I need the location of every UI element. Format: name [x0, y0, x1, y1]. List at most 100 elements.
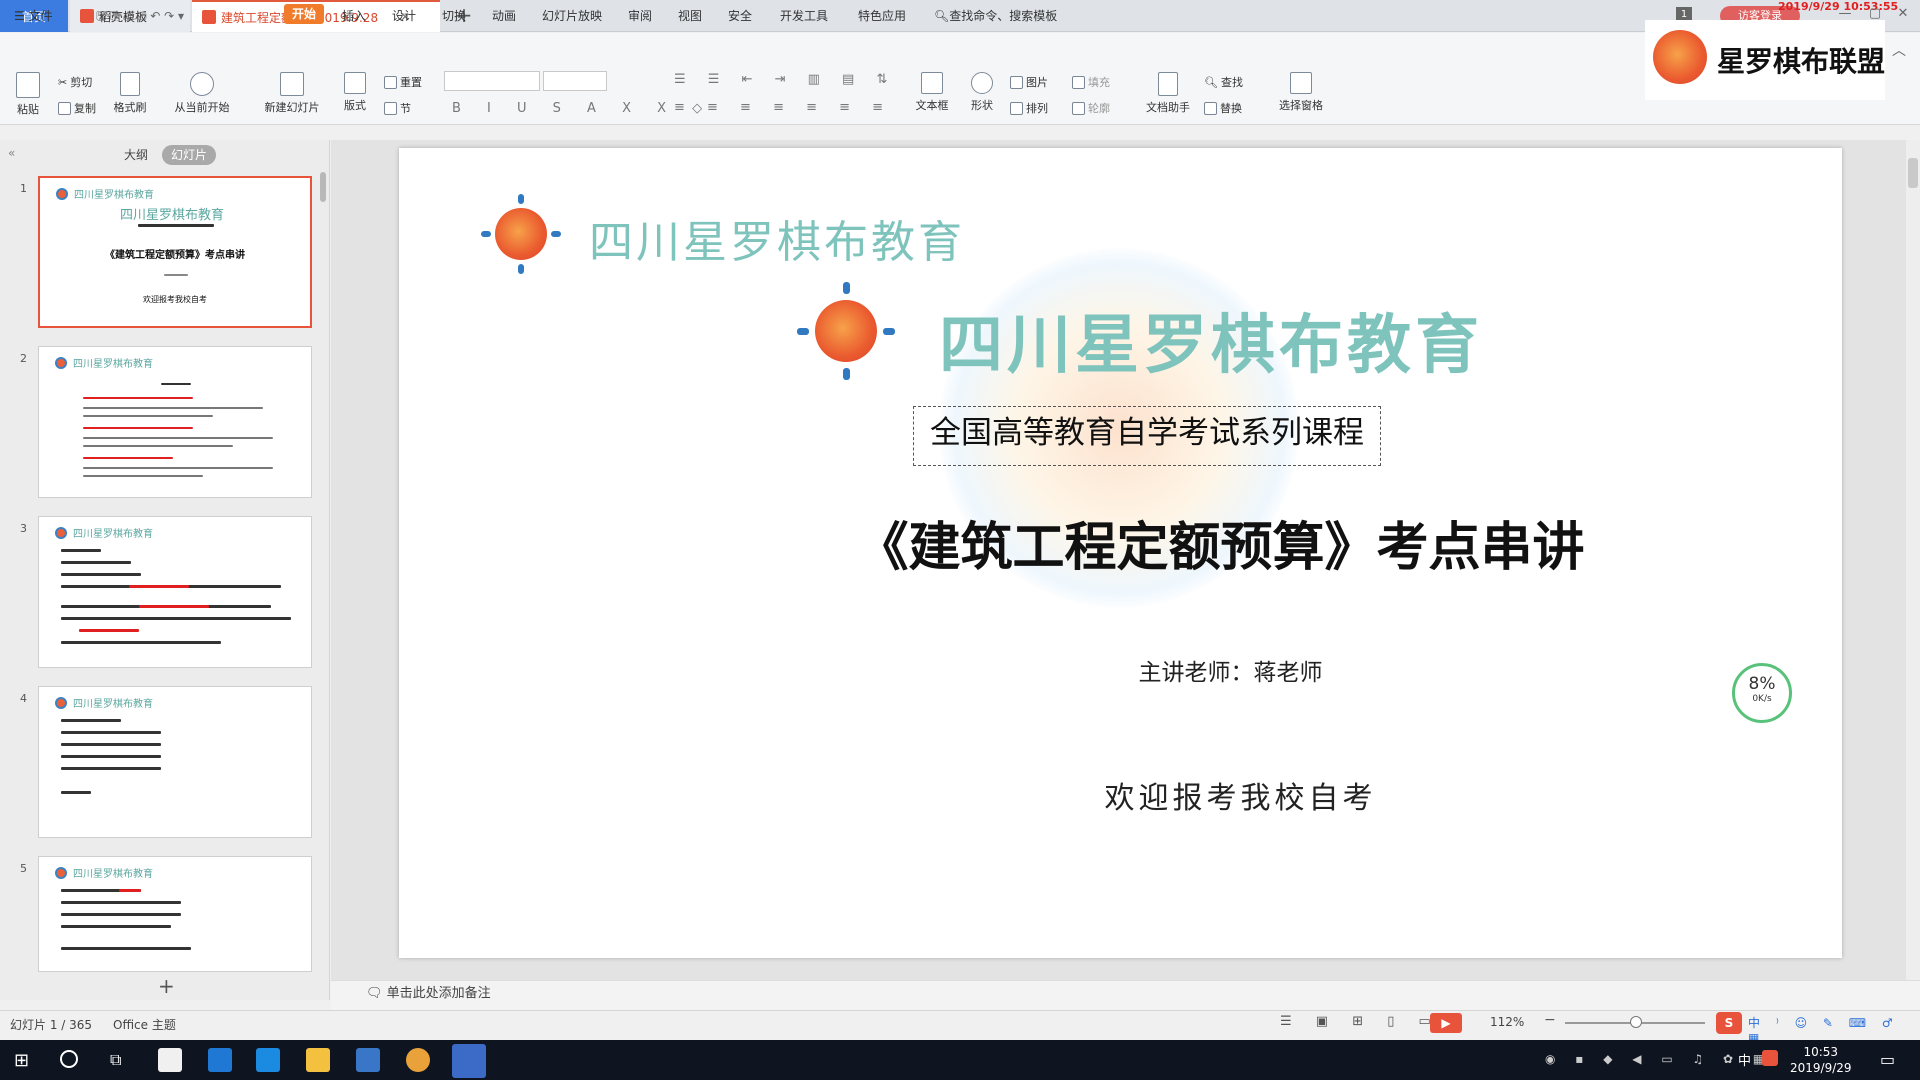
replace-button[interactable]: 替换 — [1204, 100, 1242, 116]
menu-start[interactable]: 开始 — [284, 4, 324, 24]
notes-area[interactable] — [331, 980, 1920, 1010]
collapse-ribbon-icon[interactable]: ︿ — [1892, 40, 1906, 60]
sun-ray — [797, 328, 809, 335]
ime-logo-icon[interactable]: S — [1716, 1012, 1742, 1034]
task-view-icon[interactable]: ⧉ — [110, 1050, 121, 1070]
thumb-text-line — [83, 475, 203, 477]
notes-placeholder[interactable]: 🗨 单击此处添加备注 — [366, 982, 491, 1001]
menu-design[interactable]: 设计 — [392, 7, 416, 24]
notification-icon[interactable]: ▭ — [1880, 1050, 1895, 1069]
file-explorer-icon[interactable] — [306, 1048, 330, 1072]
taskbar-clock[interactable]: 10:53 2019/9/29 — [1790, 1044, 1852, 1076]
slide-welcome[interactable]: 欢迎报考我校自考 — [399, 773, 1842, 817]
find-label: 查找 — [1220, 76, 1243, 89]
slide-teacher[interactable]: 主讲老师：蒋老师 — [399, 653, 1842, 687]
menu-special[interactable]: 特色应用 — [858, 7, 906, 24]
copy-button[interactable]: 复制 — [58, 100, 96, 116]
section-button[interactable]: 节 — [384, 100, 411, 116]
thumb-subtitle-bar — [138, 224, 214, 227]
select-pane-label: 选择窗格 — [1279, 99, 1323, 112]
menu-insert[interactable]: 插入 — [342, 7, 366, 24]
layout-button[interactable]: 版式 — [338, 72, 372, 113]
window-close-icon[interactable]: ✕ — [1894, 6, 1912, 24]
add-slide-button[interactable]: + — [158, 974, 175, 998]
vertical-scrollbar[interactable] — [1906, 140, 1920, 980]
sun-ray — [481, 231, 491, 237]
browser-icon[interactable] — [406, 1048, 430, 1072]
doc-helper-button[interactable]: 文档助手 — [1142, 72, 1194, 115]
paste-button[interactable]: 粘贴 — [10, 72, 46, 117]
tray-sogou-icon[interactable] — [1762, 1050, 1778, 1066]
scissors-icon: ✂ — [58, 75, 68, 89]
textbox-button[interactable]: 文本框 — [910, 72, 954, 113]
network-speed-widget[interactable]: 8% 0K/s — [1732, 663, 1792, 723]
font-size-combo[interactable] — [543, 71, 607, 91]
slide-thumbnail-4[interactable]: 四川星罗棋布教育 — [38, 686, 312, 838]
shape-button[interactable]: 形状 — [964, 72, 1000, 113]
sun-logo-icon — [55, 356, 67, 369]
brand-logo: 星罗棋布联盟 — [1645, 20, 1885, 100]
slide-number: 3 — [20, 522, 27, 535]
collapse-pane-icon[interactable]: « — [8, 146, 15, 160]
format-painter-button[interactable]: 格式刷 — [110, 72, 150, 115]
menu-slideshow[interactable]: 幻灯片放映 — [542, 7, 602, 24]
vertical-scroll-thumb[interactable] — [1908, 158, 1918, 188]
tab-slides[interactable]: 幻灯片 — [162, 145, 216, 165]
sun-ray — [518, 194, 524, 204]
find-button[interactable]: 🔍︎ 查找 — [1204, 74, 1243, 90]
select-pane-button[interactable]: 选择窗格 — [1274, 72, 1328, 113]
from-current-button[interactable]: 从当前开始 — [166, 72, 238, 115]
slide-thumbnail-2[interactable]: 四川星罗棋布教育 — [38, 346, 312, 498]
thumbnail-scrollbar[interactable] — [320, 172, 326, 202]
menu-search[interactable]: 🔍︎查找命令、搜索模板 — [934, 7, 1057, 24]
fill-button[interactable]: 填充 — [1072, 74, 1110, 90]
menu-view[interactable]: 视图 — [678, 7, 702, 24]
picture-button[interactable]: 图片 — [1010, 74, 1048, 90]
edge-icon[interactable] — [256, 1048, 280, 1072]
slide-thumbnail-3[interactable]: 四川星罗棋布教育 — [38, 516, 312, 668]
wps-active-icon[interactable] — [452, 1044, 486, 1078]
align-buttons[interactable]: ≡ ≡ ≡ ≡ ≡ ≡ ≡ — [674, 100, 892, 115]
menu-devtools[interactable]: 开发工具 — [780, 7, 828, 24]
thumb-text-line — [61, 755, 161, 758]
arrange-button[interactable]: 排列 — [1010, 100, 1048, 116]
zoom-out-icon[interactable]: − — [1544, 1012, 1556, 1028]
menu-animation[interactable]: 动画 — [492, 7, 516, 24]
thumb-text-line — [61, 791, 91, 794]
network-percent: 8% — [1748, 674, 1776, 694]
menu-transition[interactable]: 切换 — [442, 7, 466, 24]
play-slideshow-button[interactable]: ▶ — [1430, 1013, 1462, 1033]
menu-security[interactable]: 安全 — [728, 7, 752, 24]
tray-ime[interactable]: 中 — [1738, 1050, 1751, 1069]
sun-ray — [883, 328, 895, 335]
slide-subtitle-textbox[interactable]: 全国高等教育自学考试系列课程 — [913, 406, 1381, 466]
store-icon[interactable] — [356, 1048, 380, 1072]
menu-bar — [0, 33, 1920, 63]
thumb-header: 四川星罗棋布教育 — [55, 355, 153, 370]
cortana-icon[interactable] — [60, 1050, 78, 1068]
new-slide-button[interactable]: 新建幻灯片 — [256, 72, 328, 115]
slide-thumbnail-5[interactable]: 四川星罗棋布教育 — [38, 856, 312, 972]
menu-file[interactable]: ☰ 文件 — [14, 7, 53, 24]
cut-button[interactable]: ✂ 剪切 — [58, 74, 92, 90]
app-icon[interactable] — [158, 1048, 182, 1072]
slide-title[interactable]: 《建筑工程定额预算》考点串讲 — [399, 505, 1842, 580]
menu-review[interactable]: 审阅 — [628, 7, 652, 24]
tab-outline[interactable]: 大纲 — [118, 145, 154, 165]
zoom-level[interactable]: 112% — [1490, 1015, 1524, 1029]
quick-access-icons[interactable]: 🖫 ⎘ ⎙ ⎚ ↶ ↷ ▾ — [96, 7, 184, 28]
doc-helper-label: 文档助手 — [1146, 101, 1190, 114]
outline-button[interactable]: 轮廓 — [1072, 100, 1110, 116]
slide-thumbnail-1[interactable]: 四川星罗棋布教育 四川星罗棋布教育 《建筑工程定额预算》考点串讲 欢迎报考我校自… — [38, 176, 312, 328]
windows-start-icon[interactable]: ⊞ — [14, 1050, 29, 1071]
font-family-combo[interactable] — [444, 71, 540, 91]
thumb-text-line — [61, 549, 101, 552]
fill-label: 填充 — [1088, 76, 1110, 89]
thumb-text-line — [61, 573, 141, 576]
reset-button[interactable]: 重置 — [384, 74, 422, 90]
ie-icon[interactable] — [208, 1048, 232, 1072]
paragraph-buttons[interactable]: ☰ ☰ ⇤ ⇥ ▥ ▤ ⇅ — [674, 72, 896, 87]
zoom-slider-knob[interactable] — [1630, 1016, 1642, 1028]
current-slide[interactable]: 四川星罗棋布教育 四川星罗棋布教育 全国高等教育自学考试系列课程 《建筑工程定额… — [399, 148, 1842, 958]
view-mode-buttons[interactable]: ☰ ▣ ⊞ ▯ ▭ — [1280, 1014, 1441, 1029]
